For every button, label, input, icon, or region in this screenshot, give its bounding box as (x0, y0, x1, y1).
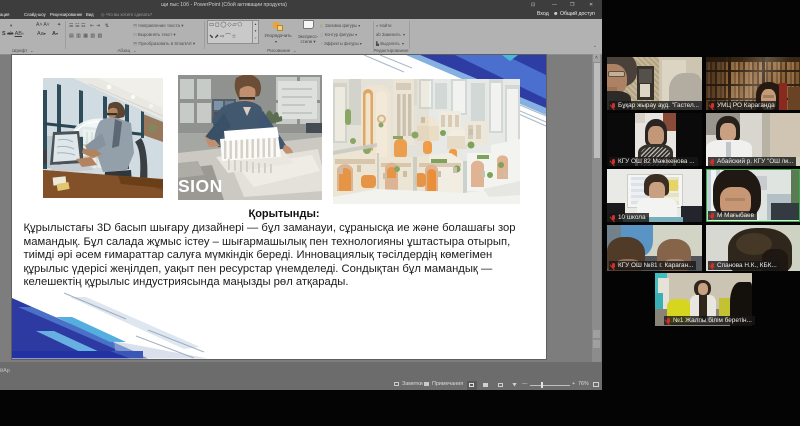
svg-text:SION: SION (178, 176, 223, 196)
